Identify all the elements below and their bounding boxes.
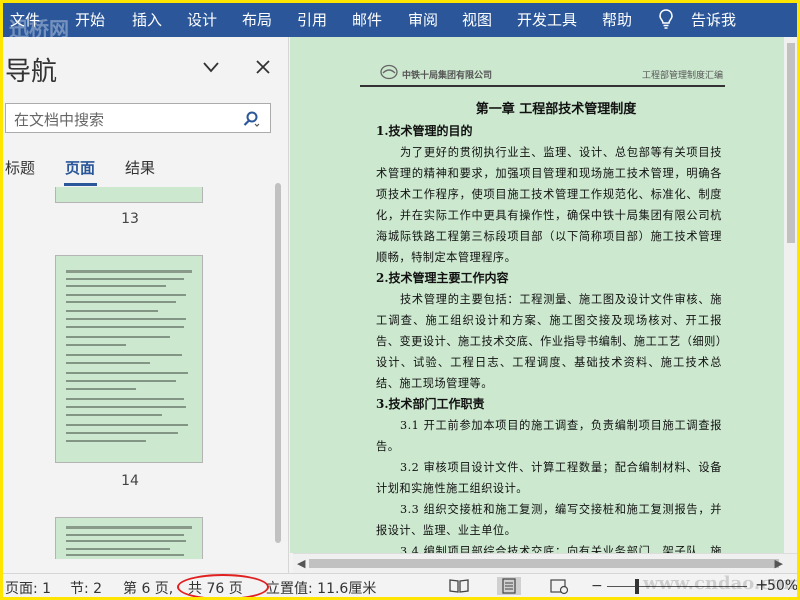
paragraph: 3.1 开工前参加本项目的施工调查，负责编制项目施工调查报告。 bbox=[376, 419, 722, 453]
zoom-slider[interactable] bbox=[607, 586, 747, 587]
tab-layout[interactable]: 布局 bbox=[242, 9, 272, 30]
status-page[interactable]: 页面: 1 bbox=[5, 578, 51, 597]
page-number-13: 13 bbox=[121, 211, 139, 227]
tab-results[interactable]: 结果 bbox=[125, 157, 155, 178]
horizontal-scroll-thumb[interactable] bbox=[309, 559, 779, 568]
header-company: 中铁十局集团有限公司 bbox=[402, 71, 493, 81]
document-page[interactable]: 中铁十局集团有限公司 工程部管理制度汇编 第一章 工程部技术管理制度 1.技术管… bbox=[290, 37, 797, 553]
tab-pages[interactable]: 页面 bbox=[65, 157, 95, 178]
thumb-header bbox=[66, 270, 192, 273]
search-icon[interactable] bbox=[242, 110, 260, 128]
status-bar: 页面: 1 节: 2 第 6 页, 共 76 页 立置值: 11.6厘米 − +… bbox=[3, 573, 797, 597]
lightbulb-icon[interactable] bbox=[658, 8, 674, 30]
read-mode-icon[interactable] bbox=[447, 577, 471, 595]
header-rule bbox=[360, 85, 725, 87]
tab-view[interactable]: 视图 bbox=[462, 9, 492, 30]
print-layout-icon[interactable] bbox=[497, 577, 521, 595]
scroll-left-icon[interactable]: ◀ bbox=[297, 557, 305, 570]
page-thumbnail-15[interactable] bbox=[55, 517, 203, 559]
vertical-scrollbar[interactable] bbox=[783, 37, 797, 553]
active-tab-underline bbox=[64, 183, 97, 186]
web-layout-icon[interactable] bbox=[547, 577, 571, 595]
highlight-annotation bbox=[177, 574, 269, 597]
header-title: 工程部管理制度汇编 bbox=[642, 71, 724, 81]
nav-scrollbar[interactable] bbox=[273, 183, 283, 561]
paragraph: 3.4 编制项目部综合技术交底；向有关业务部门、架子队、施工 bbox=[400, 545, 722, 553]
section-heading-3: 3.技术部门工作职责 bbox=[376, 397, 485, 411]
tab-headings[interactable]: 标题 bbox=[5, 157, 35, 178]
company-logo-icon bbox=[380, 64, 398, 80]
close-icon[interactable] bbox=[253, 57, 273, 77]
scroll-right-icon[interactable]: ▶ bbox=[775, 557, 783, 570]
tab-review[interactable]: 审阅 bbox=[408, 9, 438, 30]
zoom-level[interactable]: 50% bbox=[767, 578, 797, 594]
vertical-scroll-thumb[interactable] bbox=[787, 43, 795, 243]
chevron-down-icon[interactable] bbox=[201, 57, 221, 77]
page-thumbnail-13[interactable] bbox=[55, 187, 203, 203]
search-placeholder: 在文档中搜索 bbox=[14, 111, 105, 129]
section-heading-1: 1.技术管理的目的 bbox=[376, 124, 473, 138]
status-position[interactable]: 立置值: 11.6厘米 bbox=[266, 578, 376, 597]
section-heading-2: 2.技术管理主要工作内容 bbox=[376, 271, 509, 285]
search-input[interactable]: 在文档中搜索 bbox=[5, 103, 271, 133]
status-section[interactable]: 节: 2 bbox=[70, 578, 102, 597]
word-window: 文件 开始 插入 设计 布局 引用 邮件 审阅 视图 开发工具 帮助 告诉我 导… bbox=[3, 3, 797, 597]
navigation-pane: 导航 在文档中搜索 标题 页面 结果 13 14 bbox=[3, 37, 289, 573]
tab-help[interactable]: 帮助 bbox=[602, 9, 632, 30]
page-thumbnail-14[interactable] bbox=[55, 255, 203, 463]
page-thumbnails: 13 14 bbox=[3, 187, 273, 559]
paragraph: 3.3 组织交接桩和施工复测，编写交接桩和施工复测报告，并报设计、监理、业主单位… bbox=[376, 503, 722, 537]
nav-title: 导航 bbox=[5, 57, 58, 87]
tab-developer[interactable]: 开发工具 bbox=[517, 9, 577, 30]
tab-references[interactable]: 引用 bbox=[297, 9, 327, 30]
zoom-slider-knob[interactable] bbox=[635, 579, 639, 594]
tell-me-search[interactable]: 告诉我 bbox=[691, 9, 736, 30]
chapter-title: 第一章 工程部技术管理制度 bbox=[475, 102, 637, 117]
tab-home[interactable]: 开始 bbox=[75, 9, 105, 30]
nav-scroll-thumb[interactable] bbox=[275, 183, 281, 543]
horizontal-scrollbar[interactable]: ◀ ▶ bbox=[293, 553, 797, 573]
tab-insert[interactable]: 插入 bbox=[132, 9, 162, 30]
status-page-of[interactable]: 第 6 页, bbox=[123, 578, 173, 597]
zoom-out-button[interactable]: − bbox=[591, 578, 603, 594]
page-number-14: 14 bbox=[121, 473, 139, 489]
tab-mailings[interactable]: 邮件 bbox=[352, 9, 382, 30]
paragraph: 为了更好的贯彻执行业主、监理、设计、总包部等有关项目技术管理的精神和要求，加强项… bbox=[376, 146, 722, 264]
document-body[interactable]: 第一章 工程部技术管理制度 1.技术管理的目的 为了更好的贯彻执行业主、监理、设… bbox=[376, 99, 722, 553]
tab-design[interactable]: 设计 bbox=[187, 9, 217, 30]
paragraph: 3.2 审核项目设计文件、计算工程数量；配合编制材料、设备计划和实施性施工组织设… bbox=[376, 461, 722, 495]
tab-file[interactable]: 文件 bbox=[10, 9, 40, 30]
ribbon-tab-bar: 文件 开始 插入 设计 布局 引用 邮件 审阅 视图 开发工具 帮助 告诉我 bbox=[3, 3, 797, 37]
paragraph: 技术管理的主要包括：工程测量、施工图及设计文件审核、施工调查、施工组织设计和方案… bbox=[376, 293, 722, 390]
